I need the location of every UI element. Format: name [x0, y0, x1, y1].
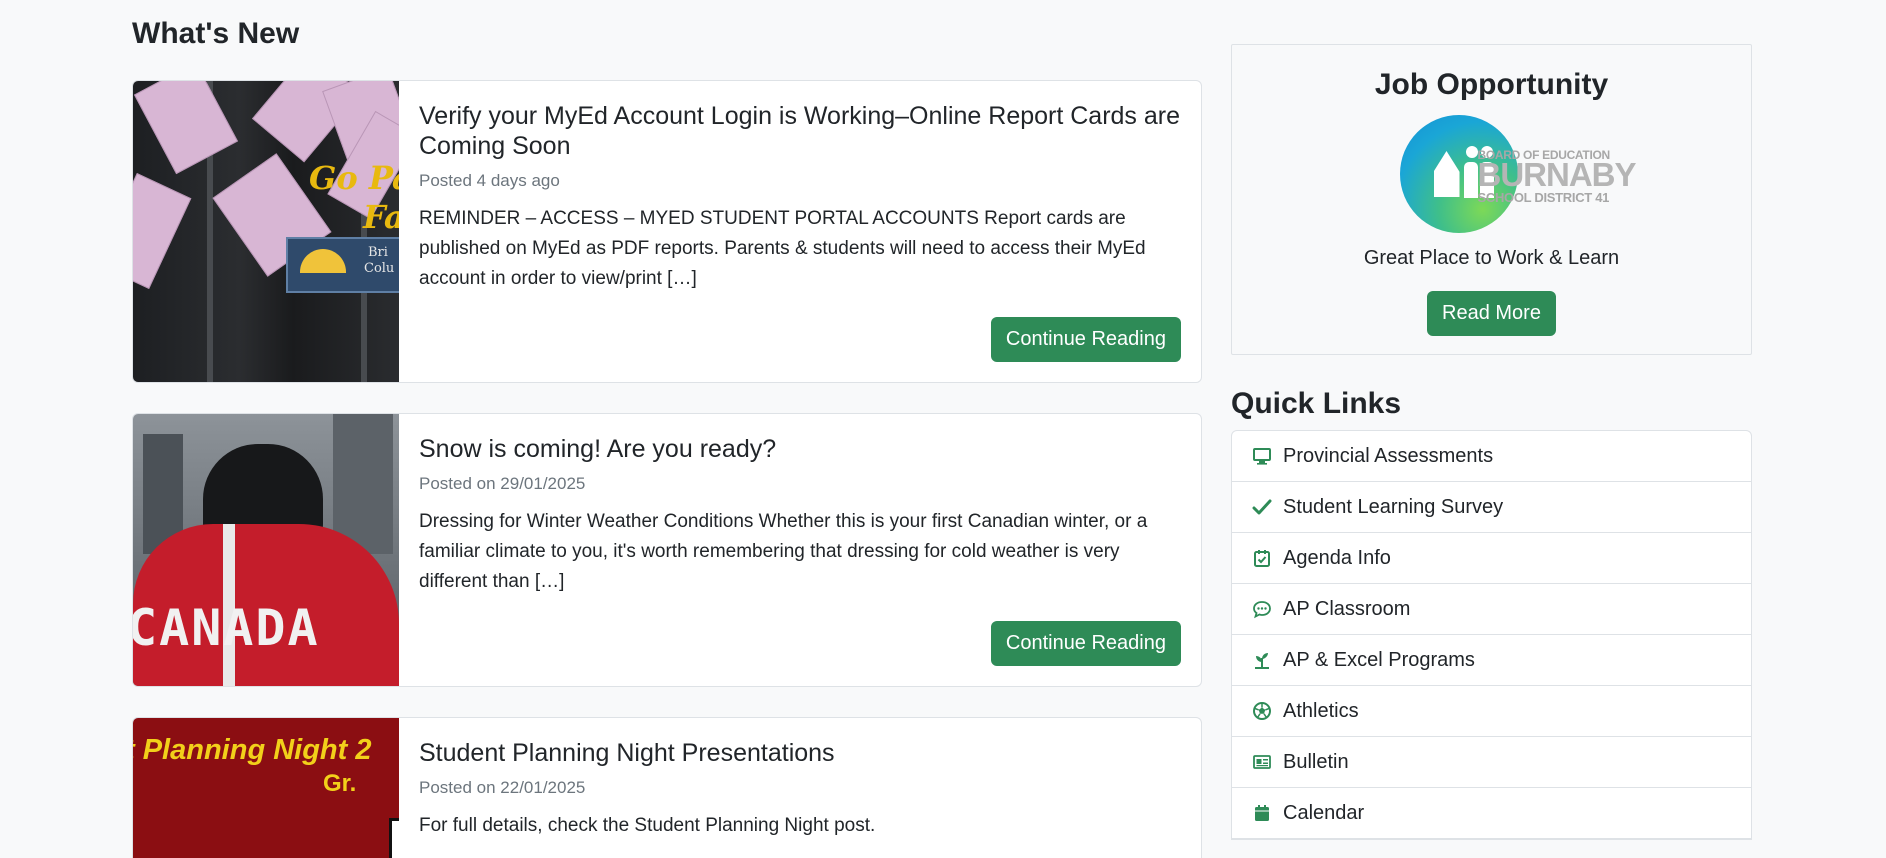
post-thumbnail[interactable]: CANADA — [133, 414, 399, 686]
qr-code-icon — [389, 818, 399, 858]
sprout-icon — [1252, 650, 1272, 670]
soccer-ball-icon — [1252, 701, 1272, 721]
job-tagline: Great Place to Work & Learn — [1363, 247, 1620, 269]
quick-link-athletics[interactable]: Athletics — [1232, 686, 1751, 737]
news-card: t Planning Night 2 Gr. Student Planning … — [132, 717, 1202, 858]
post-date: Posted 4 days ago — [419, 171, 560, 190]
job-title: Job Opportunity — [1374, 68, 1609, 101]
post-body: Student Planning Night Presentations Pos… — [399, 718, 1201, 858]
quick-link-agenda-info[interactable]: Agenda Info — [1232, 533, 1751, 584]
post-excerpt: Dressing for Winter Weather Conditions W… — [419, 511, 1148, 592]
sign-board: Bri Colu — [286, 237, 399, 293]
quick-link-bulletin[interactable]: Bulletin — [1232, 737, 1751, 788]
post-body: Verify your MyEd Account Login is Workin… — [399, 81, 1201, 382]
read-more-button[interactable]: Read More — [1427, 291, 1556, 336]
continue-reading-button[interactable]: Continue Reading — [990, 317, 1181, 362]
post-thumbnail[interactable]: t Planning Night 2 Gr. — [133, 718, 399, 858]
post-title[interactable]: Snow is coming! Are you ready? — [419, 434, 1181, 464]
burnaby-school-district-logo[interactable]: BOARD OF EDUCATION BURNABY SCHOOL DISTRI… — [1382, 115, 1637, 233]
post-thumbnail[interactable]: Go Pap Fa Bri Colu — [133, 81, 399, 382]
post-date: Posted on 22/01/2025 — [419, 778, 586, 797]
quick-link-ap-excel-programs[interactable]: AP & Excel Programs — [1232, 635, 1751, 686]
quick-links-list: Provincial Assessments Student Learning … — [1231, 430, 1752, 840]
checkmark-icon — [1252, 497, 1272, 517]
post-date: Posted on 29/01/2025 — [419, 474, 586, 493]
quick-link-provincial-assessments[interactable]: Provincial Assessments — [1232, 431, 1751, 482]
job-opportunity-card: Job Opportunity BOARD OF EDUCATION BURNA… — [1231, 44, 1752, 355]
quick-link-ap-classroom[interactable]: AP Classroom — [1232, 584, 1751, 635]
news-card: CANADA Snow is coming! Are you ready? Po… — [132, 413, 1202, 687]
quick-link-label: Student Learning Survey — [1283, 495, 1504, 518]
quick-link-label: Calendar — [1283, 801, 1365, 824]
post-excerpt: REMINDER – ACCESS – MYED STUDENT PORTAL … — [419, 208, 1146, 289]
quick-link-label: Athletics — [1283, 699, 1359, 722]
news-card: Go Pap Fa Bri Colu Verify your MyEd Acco… — [132, 80, 1202, 383]
quick-link-calendar[interactable]: Calendar — [1232, 788, 1751, 839]
quick-link-label: AP & Excel Programs — [1283, 648, 1475, 671]
calendar-icon — [1252, 803, 1272, 823]
post-title[interactable]: Student Planning Night Presentations — [419, 738, 1181, 768]
post-excerpt: For full details, check the Student Plan… — [419, 815, 876, 836]
quick-links-title: Quick Links — [1231, 387, 1402, 420]
post-title[interactable]: Verify your MyEd Account Login is Workin… — [419, 101, 1181, 161]
continue-reading-button[interactable]: Continue Reading — [990, 621, 1181, 666]
section-title: What's New — [132, 17, 300, 50]
calendar-check-icon — [1252, 548, 1272, 568]
post-body: Snow is coming! Are you ready? Posted on… — [399, 414, 1201, 686]
newspaper-icon — [1252, 752, 1272, 772]
chat-bubble-icon — [1252, 599, 1272, 619]
monitor-icon — [1252, 446, 1272, 466]
quick-link-student-learning-survey[interactable]: Student Learning Survey — [1232, 482, 1751, 533]
quick-link-label: Bulletin — [1283, 750, 1349, 773]
sun-logo-icon — [300, 249, 346, 273]
quick-link-label: AP Classroom — [1283, 597, 1411, 620]
quick-link-label: Agenda Info — [1283, 546, 1391, 569]
quick-link-label: Provincial Assessments — [1283, 444, 1494, 467]
